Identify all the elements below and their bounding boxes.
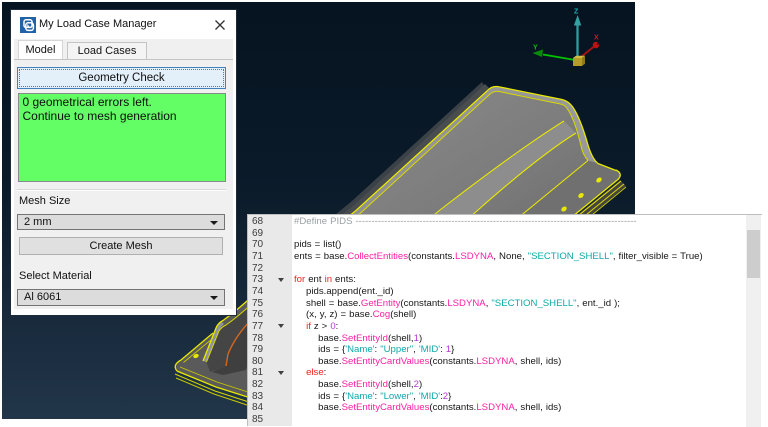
svg-text:Y: Y [533, 45, 538, 52]
svg-text:Z: Z [574, 9, 579, 16]
svg-text:X: X [594, 35, 599, 42]
